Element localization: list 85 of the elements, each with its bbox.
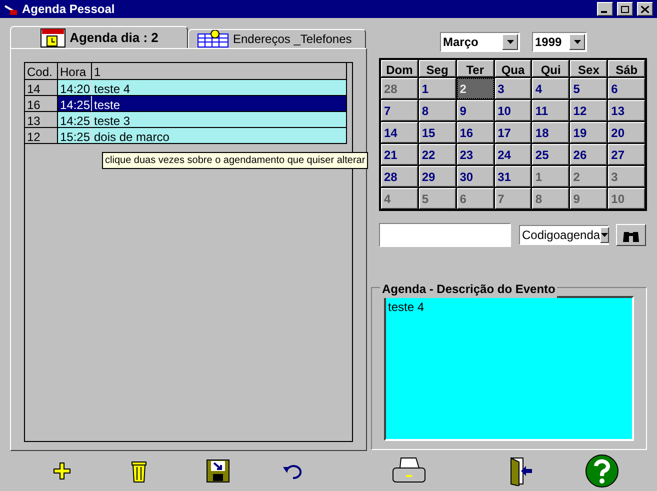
plus-icon xyxy=(53,462,71,480)
table-cell: 14 xyxy=(25,80,58,95)
calendar-day[interactable]: 30 xyxy=(456,166,494,187)
app-icon xyxy=(4,2,18,16)
column-header[interactable]: Cod. xyxy=(25,63,58,79)
calendar-day[interactable]: 17 xyxy=(494,122,532,143)
dropdown-button[interactable] xyxy=(502,34,518,50)
help-button[interactable] xyxy=(584,453,620,489)
dropdown-button[interactable] xyxy=(600,227,610,243)
table-cell-text: teste xyxy=(93,97,122,111)
calendar-day[interactable]: 6 xyxy=(608,78,645,99)
calendar-day[interactable]: 2 xyxy=(456,78,494,99)
column-header[interactable]: Hora xyxy=(58,63,92,79)
weekday-header: Dom xyxy=(381,60,418,77)
close-icon xyxy=(641,6,649,12)
table-cell: 16 xyxy=(25,96,58,111)
calendar-day[interactable]: 21 xyxy=(381,144,418,165)
search-button[interactable] xyxy=(616,224,646,246)
trash-icon xyxy=(130,459,148,483)
calendar-day[interactable]: 27 xyxy=(608,144,645,165)
undo-arrow-icon xyxy=(282,463,304,479)
calendar-day[interactable]: 15 xyxy=(418,122,456,143)
weekday-header: Ter xyxy=(456,60,494,77)
calendar-day[interactable]: 26 xyxy=(570,144,608,165)
calendar-day[interactable]: 24 xyxy=(494,144,532,165)
tab[interactable]: Endereços _Telefones xyxy=(188,29,366,48)
description-field[interactable]: teste 4 xyxy=(384,296,634,441)
table-cell-text: dois de marco xyxy=(93,129,170,143)
minimize-button[interactable] xyxy=(597,2,613,16)
table-cell: 12 xyxy=(25,128,58,143)
calendar-day[interactable]: 11 xyxy=(532,100,570,121)
table-cell: 15:25 xyxy=(58,128,92,143)
calendar-day[interactable]: 31 xyxy=(494,166,532,187)
caret-icon xyxy=(574,40,580,44)
tooltip: clique duas vezes sobre o agendamento que quiser alterar xyxy=(102,152,368,169)
calendar-day[interactable]: 28 xyxy=(381,166,418,187)
caret-icon xyxy=(601,233,608,237)
table-row[interactable]: 14 14:20 teste 4 xyxy=(25,80,346,96)
calendar-day[interactable]: 10 xyxy=(494,100,532,121)
table-cell: 14:20 xyxy=(58,80,92,95)
dropdown-field[interactable]: 1999 xyxy=(532,32,587,52)
calendar-day[interactable]: 13 xyxy=(608,100,645,121)
dropdown-field[interactable]: Codigoagenda xyxy=(519,225,609,245)
search-field[interactable] xyxy=(379,223,511,247)
calendar-day[interactable]: 8 xyxy=(418,100,456,121)
table-row[interactable]: 16 14:25 teste xyxy=(25,96,346,112)
window-title: Agenda Pessoal xyxy=(22,1,116,18)
weekday-header: Qui xyxy=(532,60,570,77)
calendar-day[interactable]: 12 xyxy=(570,100,608,121)
weekday-header: Qua xyxy=(494,60,532,77)
dropdown-button[interactable] xyxy=(569,34,585,50)
calendar-day[interactable]: 14 xyxy=(381,122,418,143)
calendar-day[interactable]: 18 xyxy=(532,122,570,143)
table-row[interactable]: 12 15:25 dois de marco xyxy=(25,128,346,144)
calendar-day[interactable]: 7 xyxy=(381,100,418,121)
calendar-day[interactable]: 5 xyxy=(570,78,608,99)
close-button[interactable] xyxy=(637,2,653,16)
table-cell: 14:25 xyxy=(58,96,92,111)
calendar-day[interactable]: 1 xyxy=(418,78,456,99)
calendar-day[interactable]: 4 xyxy=(532,78,570,99)
tab[interactable]: Agenda dia : 2 xyxy=(10,26,188,48)
table-row[interactable]: 13 14:25 teste 3 xyxy=(25,112,346,128)
calendar-day[interactable]: 19 xyxy=(570,122,608,143)
calendar-day[interactable]: 3 xyxy=(494,78,532,99)
help-icon xyxy=(585,454,619,488)
weekday-header: Sex xyxy=(570,60,608,77)
table-cell: 14:25 xyxy=(58,112,92,127)
maximize-button[interactable] xyxy=(617,2,633,16)
table-cell-text: teste 4 xyxy=(93,81,132,95)
calendar-day[interactable]: 25 xyxy=(532,144,570,165)
save-button[interactable] xyxy=(204,457,232,485)
calendar-day[interactable]: 20 xyxy=(608,122,645,143)
calendar-day[interactable]: 23 xyxy=(456,144,494,165)
maximize-icon xyxy=(621,6,629,12)
calendar-day[interactable]: 9 xyxy=(456,100,494,121)
weekday-header: Sáb xyxy=(608,60,645,77)
calendar-day[interactable]: 22 xyxy=(418,144,456,165)
table-cell: 13 xyxy=(25,112,58,127)
table-cell-text: teste 3 xyxy=(93,113,132,127)
calendar-day[interactable]: 29 xyxy=(418,166,456,187)
dropdown-field[interactable]: Março xyxy=(440,32,520,52)
column-header[interactable]: 1 xyxy=(92,63,346,79)
calendar-day[interactable]: 16 xyxy=(456,122,494,143)
weekday-header: Seg xyxy=(418,60,456,77)
caret-icon xyxy=(506,40,514,44)
